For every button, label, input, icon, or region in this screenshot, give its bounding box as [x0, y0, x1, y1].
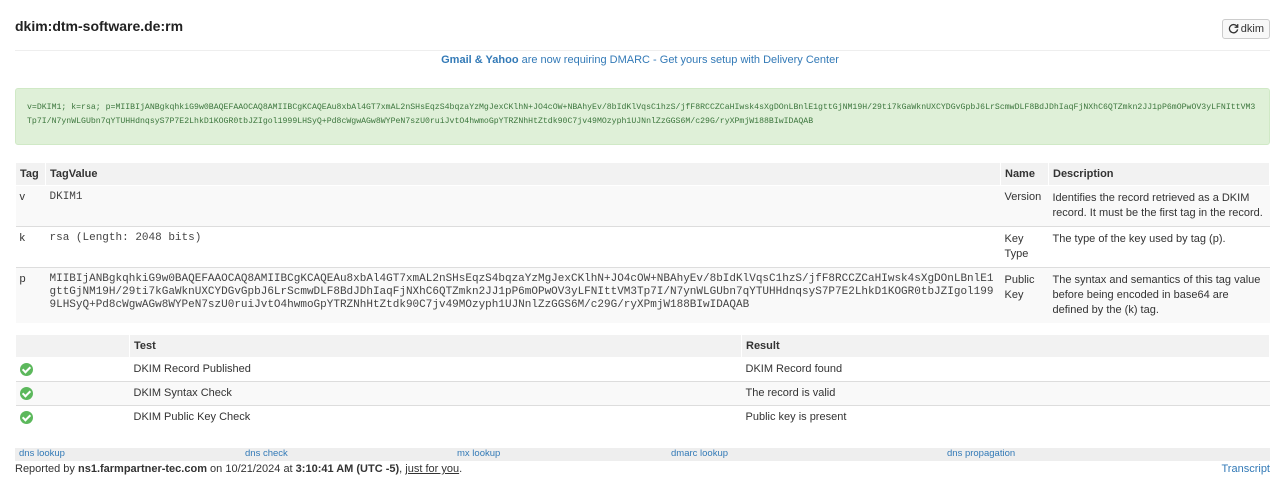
tag-value-cell: rsa (Length: 2048 bits)	[45, 226, 1001, 268]
header-status	[15, 334, 130, 358]
header-result: Result	[741, 334, 1270, 358]
footer-time: 3:10:41 AM (UTC -5)	[295, 463, 400, 475]
check-circle-icon	[19, 387, 33, 400]
test-name-cell: DKIM Public Key Check	[129, 405, 742, 429]
tag-description-cell: Identifies the record retrieved as a DKI…	[1048, 185, 1270, 227]
tag-name-cell: Key Type	[1000, 226, 1049, 268]
header-tagvalue: TagValue	[45, 162, 1001, 186]
header-name: Name	[1000, 162, 1049, 186]
dkim-record: v=DKIM1; k=rsa; p=MIIBIjANBgkqhkiG9w0BAQ…	[15, 88, 1270, 145]
report-footer: Reported by ns1.farmpartner-tec.com on 1…	[15, 463, 462, 475]
table-row: DKIM Record Published DKIM Record found	[15, 357, 1270, 382]
table-row: v DKIM1 Version Identifies the record re…	[15, 185, 1270, 227]
test-name-cell: DKIM Syntax Check	[129, 381, 742, 406]
link-mx-lookup[interactable]: mx lookup	[457, 448, 500, 460]
test-table-header: Test Result	[15, 334, 1270, 358]
tag-cell: k	[15, 226, 46, 268]
link-dns-lookup[interactable]: dns lookup	[19, 448, 65, 460]
tag-value-cell: DKIM1	[45, 185, 1001, 227]
table-row: k rsa (Length: 2048 bits) Key Type The t…	[15, 226, 1270, 268]
tag-value-cell: MIIBIjANBgkqhkiG9w0BAQEFAAOCAQ8AMIIBCgKC…	[45, 267, 1001, 323]
header-test: Test	[129, 334, 742, 358]
promo-brand[interactable]: Gmail & Yahoo	[441, 54, 518, 66]
refresh-label: dkim	[1240, 23, 1264, 35]
promo-text[interactable]: are now requiring DMARC - Get yours setu…	[519, 54, 839, 66]
tag-cell: v	[15, 185, 46, 227]
tag-description-cell: The type of the key used by tag (p).	[1048, 226, 1270, 268]
tag-name-cell: Public Key	[1000, 267, 1049, 323]
tag-name-cell: Version	[1000, 185, 1049, 227]
status-cell	[15, 357, 130, 382]
link-dns-propagation[interactable]: dns propagation	[947, 448, 1015, 460]
link-dmarc-lookup[interactable]: dmarc lookup	[671, 448, 728, 460]
status-cell	[15, 405, 130, 429]
footer-prefix: Reported by	[15, 463, 78, 475]
page-title: dkim:dtm-software.de:rm	[15, 18, 184, 34]
refresh-icon	[1228, 23, 1239, 34]
header-tag: Tag	[15, 162, 46, 186]
tool-links-bar: dns lookup dns check mx lookup dmarc loo…	[15, 448, 1270, 461]
test-name-cell: DKIM Record Published	[129, 357, 742, 382]
page-header: dkim:dtm-software.de:rm dkim	[15, 10, 1270, 51]
header-description: Description	[1048, 162, 1270, 186]
footer-date: on 10/21/2024 at	[206, 463, 296, 475]
promo-banner[interactable]: Gmail & Yahoo are now requiring DMARC - …	[0, 54, 1280, 66]
table-row: DKIM Public Key Check Public key is pres…	[15, 405, 1270, 429]
table-row: p MIIBIjANBgkqhkiG9w0BAQEFAAOCAQ8AMIIBCg…	[15, 267, 1270, 323]
tag-cell: p	[15, 267, 46, 323]
test-result-cell: DKIM Record found	[741, 357, 1270, 382]
test-result-cell: The record is valid	[741, 381, 1270, 406]
status-cell	[15, 381, 130, 406]
check-circle-icon	[19, 411, 33, 424]
test-result-cell: Public key is present	[741, 405, 1270, 429]
footer-end: .	[459, 463, 463, 475]
refresh-button[interactable]: dkim	[1221, 19, 1270, 39]
just-for-you-link[interactable]: just for you	[405, 463, 459, 475]
tag-table: Tag TagValue Name Description v DKIM1 Ve…	[15, 162, 1270, 323]
check-circle-icon	[19, 363, 33, 376]
test-results-table: Test Result DKIM Record Published DKIM R…	[15, 334, 1270, 429]
tag-description-cell: The syntax and semantics of this tag val…	[1048, 267, 1270, 323]
link-dns-check[interactable]: dns check	[245, 448, 288, 460]
transcript-link[interactable]: Transcript	[1222, 463, 1271, 475]
tag-table-header: Tag TagValue Name Description	[15, 162, 1270, 186]
footer-server: ns1.farmpartner-tec.com	[77, 463, 207, 475]
table-row: DKIM Syntax Check The record is valid	[15, 381, 1270, 406]
